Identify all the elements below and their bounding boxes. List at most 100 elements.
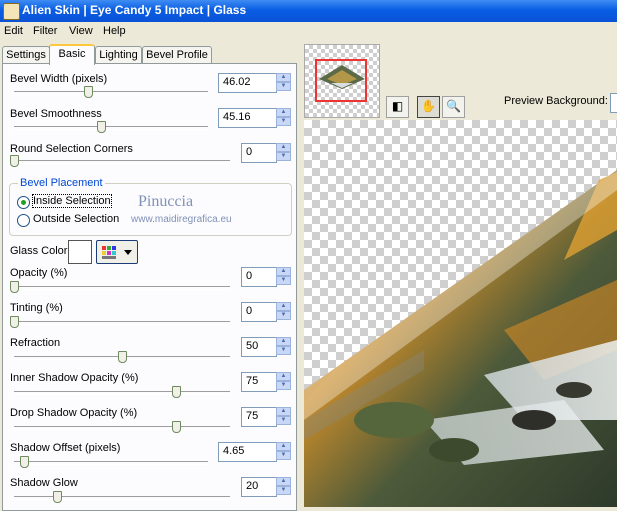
tinting-spinbox[interactable]: 0 [241,302,277,322]
drop-shadow-slider-track[interactable] [14,426,230,430]
menu-filter[interactable]: Filter [33,25,57,37]
shadow-offset-spinbox[interactable]: 4.65 [218,442,277,462]
round-corners-slider-track[interactable] [14,160,230,164]
inner-shadow-slider-thumb[interactable] [172,386,181,398]
spin-down-icon[interactable]: ▼ [276,451,291,460]
refraction-label: Refraction [10,337,61,349]
drop-shadow-value[interactable]: 75 [246,410,258,422]
inner-shadow-spinbox[interactable]: 75 [241,372,277,392]
spin-up-icon[interactable]: ▲ [276,337,291,346]
spin-down-icon[interactable]: ▼ [276,346,291,355]
zoom-button[interactable]: 🔍 [442,96,465,118]
bevel-width-slider-track[interactable] [14,91,208,95]
spin-down-icon[interactable]: ▼ [276,117,291,126]
tab-bevel-profile[interactable]: Bevel Profile [142,46,212,63]
tinting-spinner[interactable]: ▲ ▼ [276,302,291,320]
spin-down-icon[interactable]: ▼ [276,486,291,495]
preview-toggle-icon: ◧ [391,99,404,113]
shadow-glow-spinner[interactable]: ▲ ▼ [276,477,291,495]
spin-down-icon[interactable]: ▼ [276,311,291,320]
round-corners-slider-thumb[interactable] [10,155,19,167]
tinting-value[interactable]: 0 [246,305,252,317]
shadow-glow-value[interactable]: 20 [246,480,258,492]
spin-up-icon[interactable]: ▲ [276,442,291,451]
bevel-smoothness-slider-track[interactable] [14,126,208,130]
bevel-smoothness-spinbox[interactable]: 45.16 [218,108,277,128]
bevel-width-slider-thumb[interactable] [83,86,93,98]
preview-canvas[interactable] [304,120,617,507]
spin-down-icon[interactable]: ▼ [276,416,291,425]
opacity-slider-thumb[interactable] [10,281,19,293]
tinting-slider-thumb[interactable] [10,316,19,328]
inner-shadow-slider-track[interactable] [14,391,230,395]
round-corners-spinbox[interactable]: 0 [241,143,277,163]
bevel-smoothness-slider-thumb[interactable] [97,121,107,133]
hand-pan-icon: ✋ [421,99,436,113]
menu-edit[interactable]: Edit [4,25,23,37]
refraction-spinbox[interactable]: 50 [241,337,277,357]
spin-down-icon[interactable]: ▼ [276,152,291,161]
shadow-glow-slider-thumb[interactable] [53,491,63,503]
bevel-width-spinner[interactable]: ▲ ▼ [276,73,291,91]
outside-selection-label[interactable]: Outside Selection [33,213,119,225]
inside-selection-label[interactable]: Inside Selection [32,194,112,208]
spin-up-icon[interactable]: ▲ [276,267,291,276]
spin-up-icon[interactable]: ▲ [276,372,291,381]
preview-toggle-button[interactable]: ◧ [386,96,409,118]
menu-bar: Edit Filter View Help [0,22,617,41]
refraction-slider-thumb[interactable] [118,351,127,363]
refraction-spinner[interactable]: ▲ ▼ [276,337,291,355]
menu-view[interactable]: View [69,25,93,37]
bevel-width-value[interactable]: 46.02 [223,76,251,88]
bevel-smoothness-label: Bevel Smoothness [10,108,102,120]
tinting-label: Tinting (%) [10,302,63,314]
spin-up-icon[interactable]: ▲ [276,407,291,416]
opacity-value[interactable]: 0 [246,270,252,282]
opacity-slider-track[interactable] [14,286,230,290]
hand-pan-button[interactable]: ✋ [417,96,440,118]
shadow-offset-slider-track[interactable] [14,461,208,465]
opacity-spinbox[interactable]: 0 [241,267,277,287]
opacity-spinner[interactable]: ▲ ▼ [276,267,291,285]
spin-down-icon[interactable]: ▼ [276,82,291,91]
navigator-viewport-rect[interactable] [315,59,367,102]
inner-shadow-spinner[interactable]: ▲ ▼ [276,372,291,390]
glass-color-picker-button[interactable] [96,240,138,264]
glass-color-label: Glass Color [10,245,68,257]
outside-selection-radio[interactable] [17,214,30,227]
shadow-glow-slider-track[interactable] [14,496,230,500]
drop-shadow-spinner[interactable]: ▲ ▼ [276,407,291,425]
shadow-offset-spinner[interactable]: ▲ ▼ [276,442,291,460]
spin-down-icon[interactable]: ▼ [276,276,291,285]
refraction-value[interactable]: 50 [246,340,258,352]
inside-selection-radio[interactable] [17,196,30,209]
shadow-glow-spinbox[interactable]: 20 [241,477,277,497]
shadow-offset-slider-thumb[interactable] [19,456,29,468]
drop-shadow-spinbox[interactable]: 75 [241,407,277,427]
inner-shadow-value[interactable]: 75 [246,375,258,387]
spin-up-icon[interactable]: ▲ [276,108,291,117]
tinting-slider-track[interactable] [14,321,230,325]
spin-down-icon[interactable]: ▼ [276,381,291,390]
menu-help[interactable]: Help [103,25,126,37]
spin-up-icon[interactable]: ▲ [276,73,291,82]
bevel-width-spinbox[interactable]: 46.02 [218,73,277,93]
spin-up-icon[interactable]: ▲ [276,477,291,486]
tab-settings[interactable]: Settings [2,46,50,63]
drop-shadow-slider-thumb[interactable] [172,421,181,433]
round-corners-value[interactable]: 0 [246,146,252,158]
spin-up-icon[interactable]: ▲ [276,302,291,311]
opacity-label: Opacity (%) [10,267,68,279]
preview-background-dropdown[interactable] [610,93,617,113]
tab-lighting[interactable]: Lighting [95,46,142,63]
glass-color-swatch[interactable] [68,240,92,264]
window-title: Alien Skin | Eye Candy 5 Impact | Glass [22,3,247,17]
tab-basic[interactable]: Basic [49,44,95,65]
spin-up-icon[interactable]: ▲ [276,143,291,152]
bevel-smoothness-spinner[interactable]: ▲ ▼ [276,108,291,126]
watermark-name: Pinuccia [138,193,194,210]
color-palette-icon [102,246,132,259]
shadow-offset-value[interactable]: 4.65 [223,445,244,457]
round-corners-spinner[interactable]: ▲ ▼ [276,143,291,161]
bevel-smoothness-value[interactable]: 45.16 [223,111,251,123]
